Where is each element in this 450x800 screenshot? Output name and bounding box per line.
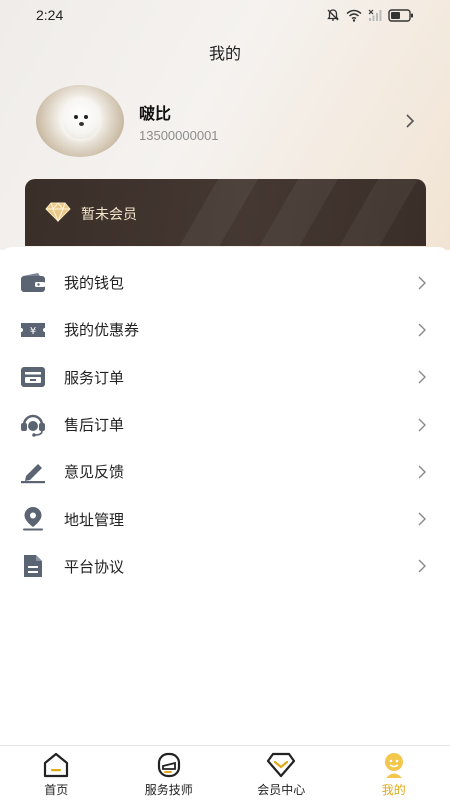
status-icons [326,8,414,22]
coupon-icon: ¥ [20,317,46,343]
menu-item-label: 我的钱包 [64,274,125,293]
status-time: 2:24 [36,7,64,23]
menu-item-label: 服务订单 [64,368,125,387]
menu-item-feedback[interactable]: 意见反馈 [0,448,450,495]
dog-avatar [63,99,99,139]
headset-icon [20,412,46,438]
menu-list: 我的钱包 ¥ 我的优惠券 服务订单 售后订单 意见反馈 地址管理 平台协议 [0,247,450,591]
technician-icon [154,751,184,779]
location-icon [20,506,46,532]
wifi-icon [346,9,362,22]
menu-item-label: 平台协议 [64,557,125,576]
avatar[interactable] [36,85,124,157]
mine-icon [379,751,409,779]
profile-info: 啵比 13500000001 [139,100,400,143]
svg-text:¥: ¥ [30,326,36,337]
mute-bell-icon [326,8,340,22]
chevron-right-icon [414,558,430,574]
menu-item-agreement[interactable]: 平台协议 [0,543,450,590]
menu-item-wallet[interactable]: 我的钱包 [0,259,450,306]
tab-member-center[interactable]: 会员中心 [225,746,338,800]
menu-item-label: 售后订单 [64,416,125,435]
member-card[interactable]: 暂未会员 [25,179,426,246]
member-status-label: 暂未会员 [81,207,137,223]
tab-mine[interactable]: 我的 [338,746,450,800]
menu-item-label: 地址管理 [64,510,125,529]
menu-item-label: 意见反馈 [64,463,125,482]
diamond-icon [45,201,71,227]
tab-home[interactable]: 首页 [0,746,113,800]
tab-label: 服务技师 [144,783,193,797]
tab-label: 会员中心 [257,783,306,797]
menu-item-service-order[interactable]: 服务订单 [0,354,450,401]
status-bar: 2:24 [0,0,450,30]
document-icon [20,553,46,579]
chevron-right-icon [414,417,430,433]
member-center-icon [266,751,296,779]
chevron-right-icon [414,322,430,338]
chevron-right-icon[interactable] [400,111,420,131]
chevron-right-icon [414,275,430,291]
menu-item-coupon[interactable]: ¥ 我的优惠券 [0,306,450,353]
tab-label: 首页 [44,783,69,797]
profile-name: 啵比 [139,103,172,123]
home-icon [41,751,71,779]
tab-label: 我的 [381,783,406,797]
menu-item-after-sales[interactable]: 售后订单 [0,401,450,448]
no-signal-icon [368,9,382,22]
chevron-right-icon [414,464,430,480]
menu-item-label: 我的优惠券 [64,321,140,340]
menu-item-address[interactable]: 地址管理 [0,495,450,542]
edit-icon [20,459,46,485]
wallet-icon [20,270,46,296]
chevron-right-icon [414,511,430,527]
tab-bar: 首页 服务技师 会员中心 我的 [0,745,450,800]
chevron-right-icon [414,369,430,385]
profile-row[interactable]: 啵比 13500000001 [36,84,420,158]
battery-icon [388,8,414,22]
tab-technician[interactable]: 服务技师 [113,746,226,800]
page-title: 我的 [208,44,241,63]
profile-phone: 13500000001 [139,127,219,143]
service-order-icon [20,364,46,390]
